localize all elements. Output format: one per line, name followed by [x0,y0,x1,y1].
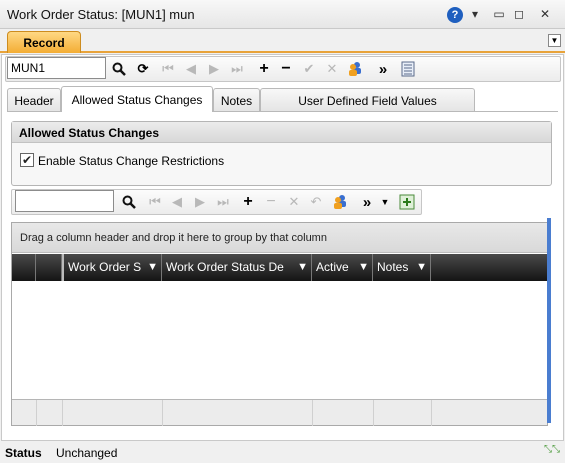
group-by-area[interactable]: Drag a column header and drop it here to… [12,223,547,253]
first-record-icon[interactable]: ⏮ [158,58,178,80]
grid-footer-row [12,399,547,426]
row-indicator-header [12,254,36,281]
allowed-status-changes-group: Allowed Status Changes ✔ Enable Status C… [11,121,552,186]
column-header-active[interactable]: Active ▼ [312,254,373,281]
grid-delete-icon[interactable]: − [261,191,281,213]
column-header-work-order-status[interactable]: Work Order S ▼ [62,254,162,281]
list-view-icon[interactable] [398,58,418,80]
status-changes-grid: Drag a column header and drop it here to… [11,222,548,426]
previous-record-icon[interactable]: ◀ [181,58,201,80]
grid-undo-icon[interactable]: ↶ [306,191,326,213]
status-bar: Status Unchanged ⤡⤡ [0,442,565,463]
filter-icon[interactable]: ▼ [358,261,369,273]
grid-first-icon[interactable]: ⏮ [145,191,165,213]
title-dropdown-icon[interactable]: ▾ [467,6,483,22]
resize-grip-icon[interactable]: ⤡⤡ [544,444,560,455]
status-label: Status [5,446,42,460]
grid-last-icon[interactable]: ⏭ [213,191,233,213]
filter-icon[interactable]: ▼ [416,261,427,273]
users-icon[interactable] [345,58,365,80]
enable-restrictions-checkbox[interactable]: ✔ [20,153,34,167]
grid-search-icon[interactable] [119,191,139,213]
group-title: Allowed Status Changes [12,122,551,143]
restore-icon[interactable]: ◻ [511,6,527,22]
window-title: Work Order Status: [MUN1] mun [7,7,195,22]
tab-user-defined-field-values[interactable]: User Defined Field Values [260,88,475,112]
grid-add-icon[interactable]: + [238,191,258,213]
panel-menu-dropdown-icon[interactable]: ▼ [548,34,561,47]
refresh-icon[interactable]: ⟳ [133,58,153,80]
grid-more-dropdown-icon[interactable]: ▼ [375,191,395,213]
grid-users-icon[interactable] [330,191,350,213]
tab-notes[interactable]: Notes [213,88,260,112]
record-search-input[interactable] [7,57,106,79]
column-label: Work Order Status De [166,260,284,274]
record-tab[interactable]: Record [7,31,81,53]
minimize-icon[interactable]: ▭ [491,6,507,22]
tab-header[interactable]: Header [7,88,61,112]
add-icon[interactable]: + [254,58,274,80]
column-header-work-order-status-description[interactable]: Work Order Status De ▼ [162,254,312,281]
grid-next-icon[interactable]: ▶ [190,191,210,213]
cancel-x-icon[interactable]: ✕ [322,58,342,80]
grid-previous-icon[interactable]: ◀ [167,191,187,213]
grid-vertical-scrollbar[interactable] [547,218,551,423]
close-icon[interactable]: ✕ [537,6,553,22]
column-label: Work Order S [68,260,142,274]
enable-restrictions-label: Enable Status Change Restrictions [38,154,225,168]
search-icon[interactable] [109,58,129,80]
status-value: Unchanged [56,446,118,460]
save-check-icon[interactable]: ✔ [299,58,319,80]
filter-icon[interactable]: ▼ [147,261,158,273]
tab-allowed-status-changes[interactable]: Allowed Status Changes [61,86,213,112]
column-label: Notes [377,260,409,274]
last-record-icon[interactable]: ⏭ [227,58,247,80]
column-header-notes[interactable]: Notes ▼ [373,254,431,281]
grid-cancel-icon[interactable]: ✕ [284,191,304,213]
record-tab-strip [0,30,565,53]
grid-header-row: Work Order S ▼ Work Order Status De ▼ Ac… [12,254,547,281]
grid-export-icon[interactable] [397,191,417,213]
column-label: Active [316,260,349,274]
grid-search-input[interactable] [15,190,114,212]
delete-icon[interactable]: − [276,58,296,80]
next-record-icon[interactable]: ▶ [204,58,224,80]
grid-more-actions-icon[interactable]: » [357,191,377,213]
filter-icon[interactable]: ▼ [297,261,308,273]
expand-header [36,254,62,281]
help-icon[interactable]: ? [447,7,463,23]
more-actions-icon[interactable]: » [373,58,393,80]
